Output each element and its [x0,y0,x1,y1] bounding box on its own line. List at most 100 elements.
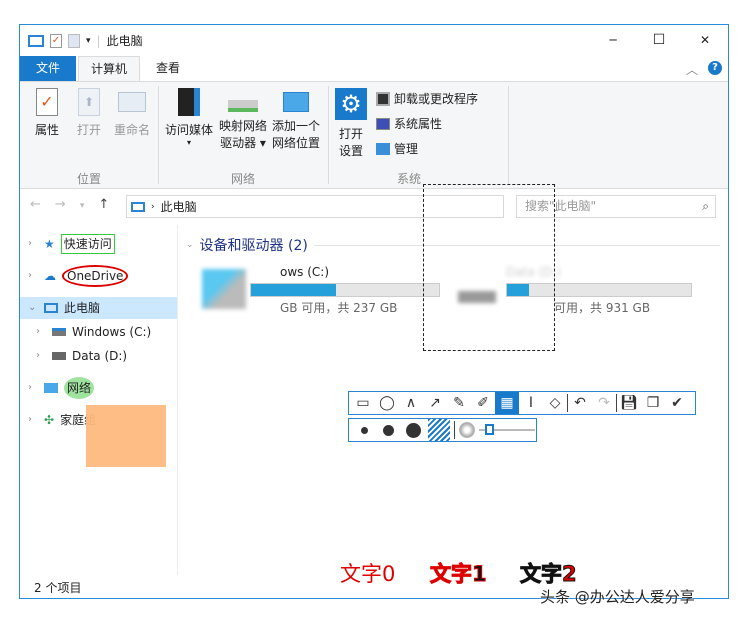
redo-icon[interactable]: ↷ [592,392,616,414]
ellipse-tool-icon[interactable]: ◯ [375,392,399,414]
rectangle-tool-icon[interactable]: ▭ [351,392,375,414]
nav-label: 网络 [64,377,95,399]
back-button[interactable]: ← [30,197,41,215]
media-label: 访问媒体 [164,123,213,137]
properties-icon[interactable]: ✓ [50,33,62,48]
save-icon[interactable]: 💾︎ [617,392,641,414]
manage-icon [376,142,390,155]
nav-quick-access[interactable]: › ★ 快速访问 [28,233,115,255]
map-drive-label-2: 驱动器 ▾ [220,136,266,150]
text-annotation-0[interactable]: 文字0 [340,558,395,588]
open-settings-label-2: 设置 [338,144,363,158]
computer-icon [44,303,58,313]
undo-icon[interactable]: ↶ [568,392,592,414]
mosaic-pattern-icon[interactable] [428,419,450,441]
nav-label: 此电脑 [64,301,101,315]
nav-network[interactable]: › 网络 [28,377,95,399]
maximize-button[interactable]: ☐ [636,25,682,55]
uninstall-programs-button[interactable]: 卸载或更改程序 [376,90,478,107]
system-properties-label: 系统属性 [394,117,443,131]
mosaic-tool-icon[interactable]: ▦ [495,392,519,414]
network-drive-icon [228,100,258,112]
watermark: 头条 @办公达人爱分享 [540,588,695,606]
large-brush-icon[interactable] [406,422,421,438]
highlighter-tool-icon[interactable]: ✐ [471,392,495,414]
quick-access-toolbar: ✓ ▾ | 此电脑 [28,32,143,49]
text-annotation-1[interactable]: 文字1 [430,558,488,588]
blur-preview-icon [459,422,475,438]
homegroup-icon: ✣ [44,413,55,427]
network-icon [44,383,58,393]
recent-dropdown-icon[interactable]: ▾ [80,197,85,215]
open-settings-label-1: 打开 [338,127,363,141]
address-path: 此电脑 [160,200,197,214]
navigation-buttons: ← → ▾ ↑ [30,197,109,215]
manage-button[interactable]: 管理 [376,140,478,157]
tab-view[interactable]: 查看 [144,56,192,81]
brush-size-slider[interactable] [479,424,535,435]
nav-label: 快速访问 [60,234,115,254]
collapse-icon: ⌄ [186,240,194,250]
properties-icon: ✓ [36,88,58,116]
open-settings-button[interactable]: ⚙ 打开 设置 [334,88,368,160]
nav-onedrive[interactable]: › ☁ OneDrive [28,265,129,287]
drive-free-space: 可用，共 931 GB [554,301,651,315]
add-location-label-2: 网络位置 [271,136,320,150]
properties-button[interactable]: ✓ 属性 [30,88,64,139]
help-icon[interactable]: ? [708,61,722,75]
copy-icon[interactable]: ❐ [641,392,665,414]
medium-brush-icon[interactable] [383,424,394,436]
uninstall-icon [376,91,390,106]
open-label: 打开 [76,123,101,137]
nav-this-pc[interactable]: ⌄ 此电脑 [20,297,177,319]
small-brush-icon[interactable] [361,426,368,434]
tab-file[interactable]: 文件 [20,56,77,81]
nav-drive-d[interactable]: › Data (D:) [36,345,127,367]
eraser-tool-icon[interactable]: ◇ [543,392,567,414]
new-folder-icon[interactable] [68,33,80,48]
pencil-tool-icon[interactable]: ✎ [447,392,471,414]
rename-button[interactable]: 重命名 [110,88,154,139]
arrow-tool-icon[interactable]: ↗ [423,392,447,414]
access-media-button[interactable]: 访问媒体 ▾ [164,88,214,147]
drive-icon [52,352,66,360]
open-button[interactable]: ⬆ 打开 [72,88,106,139]
drive-tile-c[interactable]: ows (C:) GB 可用，共 237 GB [202,265,442,315]
drive-icon [52,328,66,336]
line-tool-icon[interactable]: ∧ [399,392,423,414]
customize-dropdown-icon[interactable]: ▾ [86,36,91,46]
highlight-rectangle-annotation [86,405,166,467]
capture-selection-box[interactable] [423,184,555,351]
uninstall-label: 卸载或更改程序 [394,92,479,106]
media-icon [178,88,200,116]
drive-usage-bar [250,283,440,297]
add-network-location-button[interactable]: 添加一个 网络位置 [270,88,322,152]
forward-button[interactable]: → [55,197,66,215]
group-label-location: 位置 [77,172,102,186]
search-icon: ⌕ [702,199,709,213]
close-button[interactable]: ✕ [682,25,728,55]
window-title: 此电脑 [106,34,143,48]
brush-options-toolbar [348,418,537,442]
confirm-check-icon[interactable]: ✔ [665,392,689,414]
nav-drive-c[interactable]: › Windows (C:) [36,321,151,343]
map-network-drive-button[interactable]: 映射网络 驱动器 ▾ [218,88,268,152]
computer-icon [131,201,145,212]
settings-gear-icon: ⚙ [335,88,367,120]
minimize-button[interactable]: ─ [590,25,636,55]
status-item-count: 2 个项目 [34,581,82,595]
text-tool-icon[interactable]: I [519,392,543,414]
open-icon: ⬆ [78,88,100,116]
drive-name: ows (C:) [280,265,330,279]
system-properties-button[interactable]: 系统属性 [376,115,478,132]
nav-label: Data (D:) [72,349,128,363]
group-label-network: 网络 [231,172,256,186]
up-button[interactable]: ↑ [98,197,109,215]
add-location-label-1: 添加一个 [271,119,320,133]
collapse-ribbon-icon[interactable]: ︿ [686,61,698,78]
text-annotation-2[interactable]: 文字2 [520,558,578,588]
group-label-system: 系统 [397,172,422,186]
nav-label: Windows (C:) [72,325,152,339]
tab-computer[interactable]: 计算机 [78,56,141,82]
window-controls: ─ ☐ ✕ [590,25,728,55]
